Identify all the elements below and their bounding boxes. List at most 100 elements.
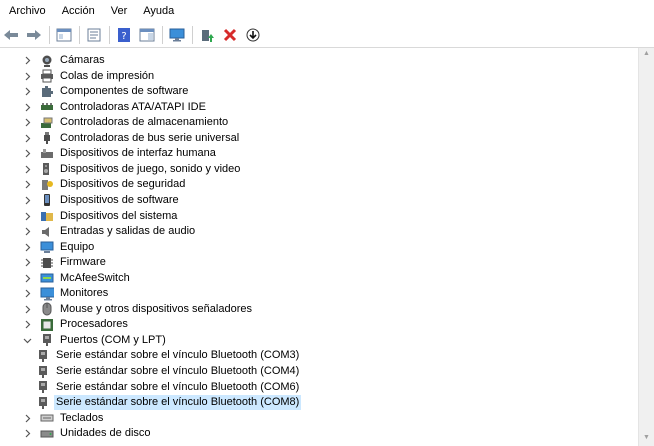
- chevron-right-icon[interactable]: [20, 271, 34, 286]
- menu-ver[interactable]: Ver: [103, 0, 136, 23]
- tree-category-item[interactable]: Mouse y otros dispositivos señaladores: [20, 302, 254, 317]
- tree-item-label: Serie estándar sobre el vínculo Bluetoot…: [54, 395, 302, 411]
- chevron-right-icon[interactable]: [20, 177, 34, 192]
- toolbar-separator: [79, 26, 80, 44]
- tree-category-item[interactable]: Dispositivos de seguridad: [20, 177, 187, 192]
- tree-category-item[interactable]: Teclados: [20, 411, 105, 426]
- tree-item-label: Procesadores: [60, 318, 128, 331]
- scroll-down-icon[interactable]: ▼: [643, 434, 650, 441]
- menu-accion[interactable]: Acción: [54, 0, 103, 23]
- tree-item-label: Colas de impresión: [60, 69, 155, 82]
- monitor-icon: [169, 28, 185, 42]
- tree-item-label: Dispositivos del sistema: [60, 209, 178, 222]
- network-switch-icon: [40, 271, 54, 286]
- tree-child-item[interactable]: Serie estándar sobre el vínculo Bluetoot…: [36, 395, 302, 411]
- uninstall-button[interactable]: [219, 24, 241, 46]
- properties-button[interactable]: [83, 24, 105, 46]
- tree-category-item[interactable]: Dispositivos de software: [20, 193, 181, 208]
- svg-text:?: ?: [121, 31, 126, 42]
- tree-child-item[interactable]: Serie estándar sobre el vínculo Bluetoot…: [36, 380, 301, 395]
- toolbar-separator: [109, 26, 110, 44]
- tree-item-label: Equipo: [60, 240, 95, 253]
- chevron-right-icon[interactable]: [20, 209, 34, 224]
- chevron-right-icon[interactable]: [20, 286, 34, 301]
- tree-item-label: Mouse y otros dispositivos señaladores: [60, 302, 252, 315]
- chevron-right-icon[interactable]: [20, 53, 34, 68]
- chevron-right-icon[interactable]: [20, 426, 34, 441]
- monitor-icon: [40, 286, 54, 301]
- chevron-right-icon[interactable]: [20, 224, 34, 239]
- tree-category-item[interactable]: Dispositivos de interfaz humana: [20, 146, 218, 161]
- tree-category-item[interactable]: Colas de impresión: [20, 69, 156, 84]
- tree-item-label: Controladoras de almacenamiento: [60, 116, 229, 129]
- back-arrow-icon: [3, 28, 19, 42]
- action-pane-button[interactable]: [136, 24, 158, 46]
- tree-item-label: Serie estándar sobre el vínculo Bluetoot…: [56, 380, 300, 393]
- chevron-right-icon[interactable]: [20, 162, 34, 177]
- menu-ayuda[interactable]: Ayuda: [135, 0, 182, 23]
- toolbar-separator: [162, 26, 163, 44]
- tree-category-item[interactable]: Equipo: [20, 240, 96, 255]
- folder-chip-icon: [40, 209, 54, 224]
- tree-category-item[interactable]: McAfeeSwitch: [20, 271, 132, 286]
- chevron-right-icon[interactable]: [20, 84, 34, 99]
- tree-item-label: Firmware: [60, 256, 106, 269]
- tree-category-item[interactable]: Cámaras: [20, 53, 107, 68]
- chevron-right-icon[interactable]: [20, 240, 34, 255]
- usb-icon: [40, 131, 54, 146]
- tree-item-label: Controladoras de bus serie universal: [60, 131, 240, 144]
- tree-category-item[interactable]: Controladoras de bus serie universal: [20, 131, 241, 146]
- back-arrow-button[interactable]: [0, 24, 22, 46]
- tree-category-item[interactable]: Dispositivos del sistema: [20, 209, 179, 224]
- chevron-right-icon[interactable]: [20, 302, 34, 317]
- tree-item-label: Dispositivos de seguridad: [60, 178, 186, 191]
- toolbar-separator: [192, 26, 193, 44]
- tree-item-label: Serie estándar sobre el vínculo Bluetoot…: [56, 365, 300, 377]
- tree-category-item[interactable]: Controladoras ATA/ATAPI IDE: [20, 100, 208, 115]
- tree-category-item[interactable]: Componentes de software: [20, 84, 190, 99]
- toolbar-separator: [49, 26, 50, 44]
- keyboard-icon: [40, 411, 54, 426]
- forward-arrow-button[interactable]: [23, 24, 45, 46]
- tree-category-item[interactable]: Procesadores: [20, 317, 130, 332]
- phone-icon: [40, 193, 54, 208]
- tree-category-item[interactable]: Puertos (COM y LPT): [20, 333, 168, 348]
- port-icon: [36, 395, 50, 410]
- mouse-icon: [40, 302, 54, 317]
- speaker-icon: [40, 162, 54, 177]
- puzzle-icon: [40, 84, 54, 99]
- menu-archivo[interactable]: Archivo: [0, 0, 54, 23]
- tree-category-item[interactable]: Firmware: [20, 255, 108, 270]
- tree-category-item[interactable]: Unidades de disco: [20, 426, 153, 441]
- chevron-right-icon[interactable]: [20, 69, 34, 84]
- tree-item-label: Puertos (COM y LPT): [60, 333, 166, 346]
- chevron-right-icon[interactable]: [20, 115, 34, 130]
- help-icon: ?: [116, 28, 132, 42]
- menu-bar: Archivo Acción Ver Ayuda: [0, 0, 654, 23]
- chevron-right-icon[interactable]: [20, 411, 34, 426]
- scroll-up-icon[interactable]: ▲: [643, 50, 650, 57]
- tree-child-item[interactable]: Serie estándar sobre el vínculo Bluetoot…: [36, 348, 301, 363]
- chevron-right-icon[interactable]: [20, 255, 34, 270]
- download-button[interactable]: [242, 24, 264, 46]
- tree-item-label: Dispositivos de interfaz humana: [60, 147, 216, 160]
- port-icon: [36, 364, 50, 379]
- tree-child-item[interactable]: Serie estándar sobre el vínculo Bluetoot…: [36, 364, 301, 379]
- chevron-right-icon[interactable]: [20, 100, 34, 115]
- tree-category-item[interactable]: Monitores: [20, 286, 110, 301]
- monitor-button[interactable]: [166, 24, 188, 46]
- tree-category-item[interactable]: Dispositivos de juego, sonido y video: [20, 162, 242, 177]
- chevron-down-icon[interactable]: [20, 333, 34, 348]
- update-driver-button[interactable]: [196, 24, 218, 46]
- console-tree-button[interactable]: [53, 24, 75, 46]
- chevron-right-icon[interactable]: [20, 317, 34, 332]
- help-button[interactable]: ?: [113, 24, 135, 46]
- chevron-right-icon[interactable]: [20, 193, 34, 208]
- tree-category-item[interactable]: Entradas y salidas de audio: [20, 224, 197, 239]
- tree-category-item[interactable]: Controladoras de almacenamiento: [20, 115, 230, 130]
- chevron-right-icon[interactable]: [20, 146, 34, 161]
- key-icon: [40, 177, 54, 192]
- chevron-right-icon[interactable]: [20, 131, 34, 146]
- ide-controller-icon: [40, 100, 54, 115]
- vertical-scrollbar[interactable]: ▲ ▼: [638, 48, 654, 446]
